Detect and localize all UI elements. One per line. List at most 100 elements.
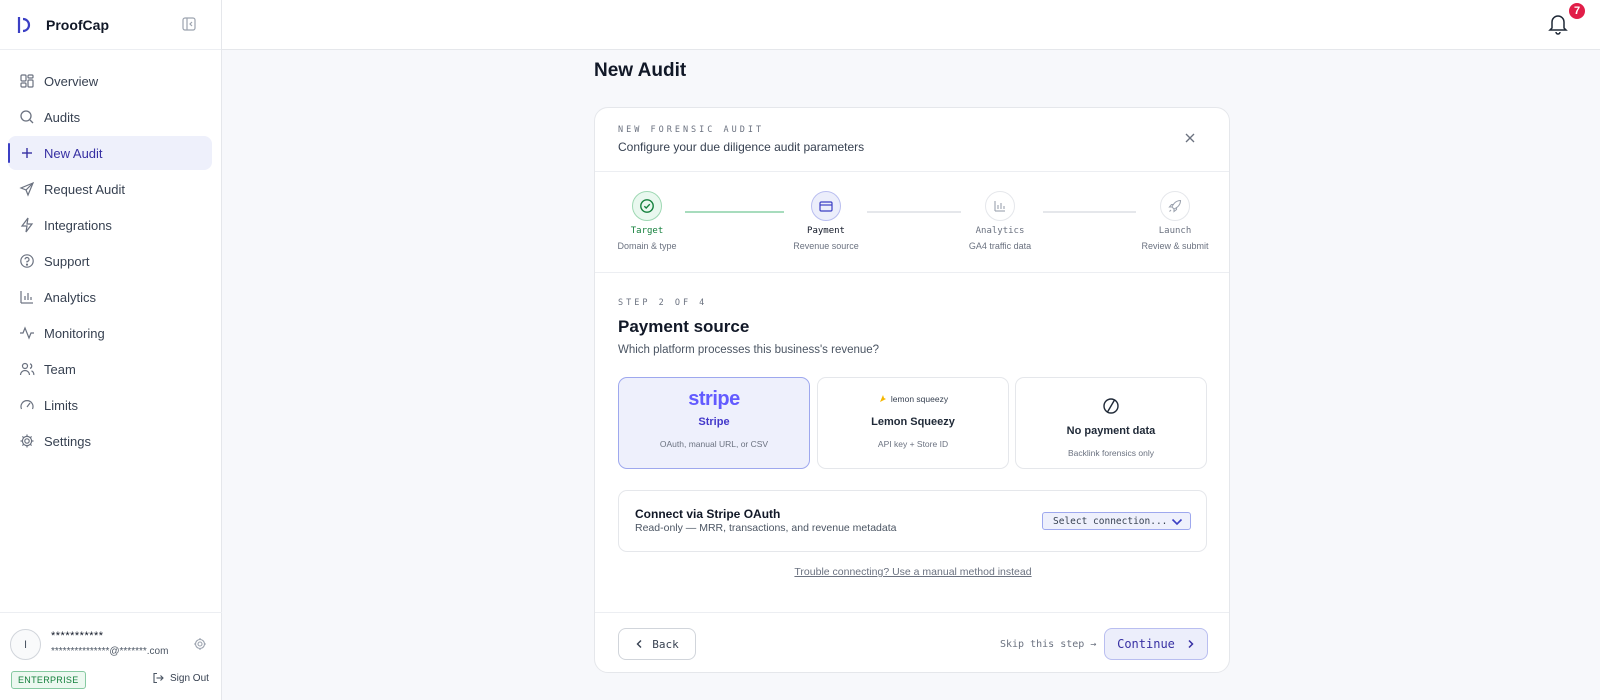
sidebar-item-label: Integrations <box>44 217 112 233</box>
sidebar-nav: Overview Audits New Audit Request Audit … <box>0 64 222 460</box>
sidebar-item-label: Settings <box>44 433 91 449</box>
collapse-sidebar-icon[interactable] <box>182 17 196 31</box>
step-title: Payment <box>807 226 845 236</box>
bar-chart-icon <box>19 289 35 305</box>
step-subtitle: Domain & type <box>617 241 677 251</box>
send-icon <box>19 181 35 197</box>
step-subtitle: Revenue source <box>793 241 859 251</box>
sidebar-item-analytics[interactable]: Analytics <box>8 280 212 314</box>
chevron-left-icon <box>636 640 642 648</box>
step-subtitle: Review & submit <box>1141 241 1209 251</box>
chevron-down-icon <box>1171 518 1183 526</box>
grid-icon <box>19 73 35 89</box>
sign-out-button[interactable]: Sign Out <box>152 672 209 684</box>
gauge-icon <box>19 397 35 413</box>
step-title: Analytics <box>975 226 1025 236</box>
sidebar-item-label: New Audit <box>44 145 103 161</box>
credit-card-icon <box>811 191 841 221</box>
stepper-connector-done <box>685 211 784 213</box>
close-icon[interactable] <box>1183 131 1197 145</box>
connect-title: Connect via Stripe OAuth <box>635 507 781 521</box>
lemon-squeezy-logo-text: lemon squeezy <box>890 394 949 404</box>
lightning-icon <box>19 217 35 233</box>
sign-out-icon <box>153 672 164 684</box>
check-circle-icon <box>632 191 662 221</box>
option-lemon-squeezy[interactable]: lemon squeezy Lemon Squeezy API key + St… <box>817 377 1009 469</box>
skip-step-link[interactable]: Skip this step → <box>1000 639 1096 650</box>
lemon-squeezy-logo: lemon squeezy <box>818 386 1008 412</box>
no-data-logo <box>1016 393 1206 419</box>
activity-icon <box>19 325 35 341</box>
sidebar-item-label: Team <box>44 361 76 377</box>
step-title: Target <box>630 226 664 236</box>
connect-subtitle: Read-only — MRR, transactions, and reven… <box>635 522 897 534</box>
option-name: No payment data <box>1066 425 1156 437</box>
step-analytics[interactable]: Analytics GA4 traffic data <box>950 172 1050 251</box>
sidebar-item-label: Overview <box>44 73 99 89</box>
connection-select[interactable]: Select connection... <box>1042 512 1191 530</box>
user-settings-gear-icon[interactable] <box>193 637 207 651</box>
bell-icon[interactable] <box>1548 13 1568 35</box>
user-email: ***************@*******.com <box>51 646 169 657</box>
sidebar-item-monitoring[interactable]: Monitoring <box>8 316 212 350</box>
sidebar-item-limits[interactable]: Limits <box>8 388 212 422</box>
topbar: 7 <box>222 0 1600 50</box>
sidebar-item-label: Analytics <box>44 289 97 305</box>
back-button[interactable]: Back <box>618 628 696 660</box>
stepper-connector <box>1043 211 1136 213</box>
sidebar-item-team[interactable]: Team <box>8 352 212 386</box>
app-name: ProofCap <box>46 16 109 33</box>
card-eyebrow: NEW FORENSIC AUDIT <box>618 125 765 135</box>
plus-icon <box>19 145 35 161</box>
sidebar-item-audits[interactable]: Audits <box>8 100 212 134</box>
section-title: Payment source <box>618 317 750 336</box>
connection-select-value: Select connection... <box>1053 515 1168 527</box>
stripe-oauth-panel: Connect via Stripe OAuth Read-only — MRR… <box>618 490 1207 552</box>
sidebar-item-label: Limits <box>44 397 78 413</box>
sidebar-item-request-audit[interactable]: Request Audit <box>8 172 212 206</box>
sign-out-label: Sign Out <box>170 672 209 684</box>
sidebar-item-settings[interactable]: Settings <box>8 424 212 458</box>
option-stripe[interactable]: stripe Stripe OAuth, manual URL, or CSV <box>618 377 810 469</box>
users-icon <box>19 361 35 377</box>
plan-badge: ENTERPRISE <box>11 671 86 689</box>
step-payment[interactable]: Payment Revenue source <box>776 172 876 251</box>
rocket-icon <box>1160 191 1190 221</box>
new-audit-card: NEW FORENSIC AUDIT Configure your due di… <box>594 107 1230 673</box>
step-body: STEP 2 OF 4 Payment source Which platfor… <box>595 273 1229 613</box>
proofcap-logo-icon <box>17 16 31 33</box>
sidebar-item-overview[interactable]: Overview <box>8 64 212 98</box>
notification-count-badge: 7 <box>1568 2 1586 20</box>
gear-icon <box>19 433 35 449</box>
sidebar-item-support[interactable]: Support <box>8 244 212 278</box>
back-label: Back <box>652 637 679 651</box>
step-target[interactable]: Target Domain & type <box>597 172 697 251</box>
card-footer: Back Skip this step → Continue <box>595 613 1229 672</box>
stripe-logo: stripe <box>619 386 809 412</box>
manual-method-link[interactable]: Trouble connecting? Use a manual method … <box>595 566 1229 578</box>
sidebar-item-integrations[interactable]: Integrations <box>8 208 212 242</box>
sidebar: ProofCap Overview Audits New Audit Reque… <box>0 0 222 700</box>
stepper-connector <box>867 211 961 213</box>
option-description: Backlink forensics only <box>1068 448 1154 458</box>
card-header: NEW FORENSIC AUDIT Configure your due di… <box>595 108 1229 172</box>
option-name: Lemon Squeezy <box>871 416 955 428</box>
bar-chart-icon <box>985 191 1015 221</box>
user-name: *********** <box>51 630 104 642</box>
user-panel: I *********** ***************@*******.co… <box>0 612 222 700</box>
avatar[interactable]: I <box>10 629 41 660</box>
card-subtitle: Configure your due diligence audit param… <box>618 140 865 154</box>
option-description: OAuth, manual URL, or CSV <box>659 439 769 449</box>
step-title: Launch <box>1158 226 1192 236</box>
continue-label: Continue <box>1117 637 1175 651</box>
sidebar-item-new-audit[interactable]: New Audit <box>8 136 212 170</box>
continue-button[interactable]: Continue <box>1104 628 1208 660</box>
page-title: New Audit <box>594 60 687 81</box>
step-counter: STEP 2 OF 4 <box>618 298 708 308</box>
step-subtitle: GA4 traffic data <box>968 241 1032 251</box>
chevron-right-icon <box>1188 639 1194 649</box>
option-no-payment-data[interactable]: No payment data Backlink forensics only <box>1015 377 1207 469</box>
sidebar-item-label: Request Audit <box>44 181 125 197</box>
search-icon <box>19 109 35 125</box>
step-launch[interactable]: Launch Review & submit <box>1125 172 1225 251</box>
